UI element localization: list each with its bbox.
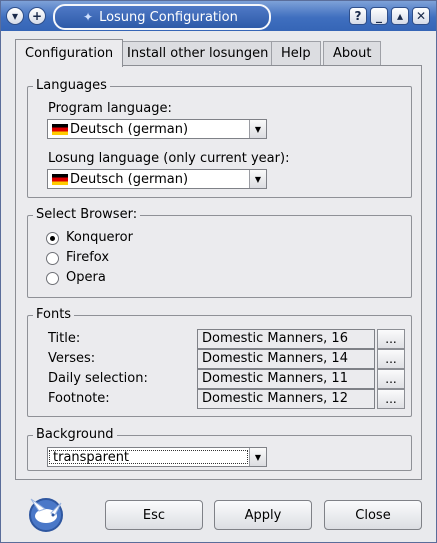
apply-button[interactable]: Apply — [214, 500, 312, 530]
font-footnote-choose-button[interactable]: ... — [377, 389, 405, 409]
german-flag-icon — [52, 123, 68, 135]
font-title-choose-button[interactable]: ... — [377, 329, 405, 349]
font-footnote-value: Domestic Manners, 12 — [197, 389, 375, 409]
tab-help[interactable]: Help — [271, 41, 321, 65]
chevron-down-icon[interactable]: ▼ — [249, 170, 266, 188]
sticky-button[interactable]: + — [28, 7, 46, 25]
background-title: Background — [33, 427, 117, 442]
browser-group: Select Browser: Konqueror Firefox Opera — [27, 207, 412, 298]
radio-opera[interactable] — [46, 272, 59, 285]
font-verses-choose-button[interactable]: ... — [377, 349, 405, 369]
losung-config-window: ▾ + ✦ Losung Configuration ? _ ▴ ✕ Confi… — [0, 0, 437, 543]
dove-icon: ✦ — [83, 10, 94, 24]
background-select[interactable]: transparent ▼ — [47, 447, 267, 467]
fonts-group: Fonts Title: Domestic Manners, 16 ... Ve… — [27, 307, 412, 417]
losung-language-select[interactable]: Deutsch (german) ▼ — [47, 169, 267, 189]
title-bar[interactable]: ▾ + ✦ Losung Configuration ? _ ▴ ✕ — [1, 1, 436, 31]
chevron-down-icon[interactable]: ▼ — [249, 448, 266, 466]
losung-language-value: Deutsch (german) — [70, 171, 189, 187]
maximize-button[interactable]: ▴ — [391, 7, 409, 25]
german-flag-icon — [52, 173, 68, 185]
tab-configuration[interactable]: Configuration — [15, 39, 124, 67]
program-language-value: Deutsch (german) — [70, 121, 189, 137]
browser-title: Select Browser: — [33, 207, 141, 222]
languages-title: Languages — [33, 78, 110, 93]
font-title-label: Title: — [48, 331, 81, 346]
tab-about[interactable]: About — [323, 41, 382, 65]
background-group: Background transparent ▼ — [27, 427, 412, 471]
window-title: Losung Configuration — [99, 9, 238, 25]
languages-group: Languages Program language: Deutsch (ger… — [27, 78, 412, 198]
dove-logo-icon — [29, 498, 63, 532]
esc-button[interactable]: Esc — [105, 500, 203, 530]
font-verses-value: Domestic Manners, 14 — [197, 349, 375, 369]
help-button[interactable]: ? — [349, 7, 367, 25]
minimize-button[interactable]: _ — [370, 7, 388, 25]
tab-install-other-losungen[interactable]: Install other losungen — [117, 41, 279, 65]
chevron-down-icon[interactable]: ▼ — [249, 120, 266, 138]
font-daily-selection-value: Domestic Manners, 11 — [197, 369, 375, 389]
background-value: transparent — [49, 450, 248, 465]
fonts-title: Fonts — [33, 307, 75, 322]
font-footnote-label: Footnote: — [48, 391, 110, 406]
program-language-label: Program language: — [48, 101, 172, 116]
program-language-select[interactable]: Deutsch (german) ▼ — [47, 119, 267, 139]
radio-opera-label[interactable]: Opera — [66, 270, 106, 285]
font-daily-selection-label: Daily selection: — [48, 371, 148, 386]
title-pill: ✦ Losung Configuration — [53, 4, 271, 30]
configuration-panel: Languages Program language: Deutsch (ger… — [15, 65, 422, 480]
close-button[interactable]: Close — [324, 500, 422, 530]
window-menu-button[interactable]: ▾ — [6, 7, 24, 25]
radio-firefox-label[interactable]: Firefox — [66, 250, 109, 265]
font-daily-selection-choose-button[interactable]: ... — [377, 369, 405, 389]
close-window-button[interactable]: ✕ — [412, 7, 430, 25]
radio-konqueror[interactable] — [46, 232, 59, 245]
font-title-value: Domestic Manners, 16 — [197, 329, 375, 349]
radio-konqueror-label[interactable]: Konqueror — [66, 230, 133, 245]
losung-language-label: Losung language (only current year): — [48, 151, 290, 166]
font-verses-label: Verses: — [48, 351, 96, 366]
radio-firefox[interactable] — [46, 252, 59, 265]
